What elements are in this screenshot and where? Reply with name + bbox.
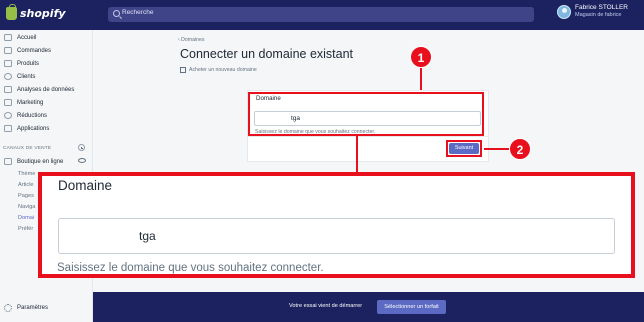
domain-help-text: Saisissez le domaine que vous souhaitez …	[255, 129, 376, 135]
sidebar-item-label: Analyses de données	[17, 86, 75, 93]
sidebar-item-label: Clients	[17, 73, 36, 80]
eye-icon[interactable]	[78, 158, 86, 163]
zoom-domain-input[interactable]: tga	[58, 218, 615, 254]
zoom-help-text: Saisissez le domaine que vous souhaitez …	[57, 262, 324, 274]
sidebar-item-label: Paramètres	[17, 305, 49, 311]
zoom-field-label: Domaine	[58, 178, 113, 193]
brand-name: shopify	[20, 7, 66, 20]
top-bar: shopify Recherche Fabrice STOLLER Magasi…	[0, 0, 644, 30]
trial-bar: Votre essai vient de démarrer Sélectionn…	[93, 292, 644, 322]
select-plan-button[interactable]: Sélectionner un forfait	[377, 300, 446, 314]
sales-channels-heading: CANAUX DE VENTE	[3, 146, 52, 151]
app-root: shopify Recherche Fabrice STOLLER Magasi…	[0, 0, 644, 322]
buy-domain-label: Acheter un nouveau domaine	[189, 67, 257, 73]
domain-field-label: Domaine	[256, 95, 281, 102]
user-store: Magasin de fabrice	[575, 12, 622, 18]
sidebar-item-online-store[interactable]: Boutique en ligne	[4, 158, 63, 165]
person-icon	[4, 73, 12, 80]
sidebar-item-discounts[interactable]: Réductions	[4, 112, 47, 119]
home-icon	[4, 34, 12, 41]
callout-badge-1: 1	[410, 46, 432, 68]
discount-icon	[4, 112, 12, 119]
page-title: Connecter un domaine existant	[180, 47, 354, 61]
callout-badge-2: 2	[509, 138, 531, 160]
user-menu[interactable]: Fabrice STOLLER Magasin de fabrice	[557, 4, 628, 19]
annotation-connector	[356, 136, 358, 172]
megaphone-icon	[4, 99, 12, 106]
breadcrumb[interactable]: ‹ Domaines	[178, 37, 205, 43]
annotation-arrow-1	[420, 68, 422, 90]
sidebar-item-label: Commandes	[17, 47, 52, 54]
card-divider	[248, 136, 488, 137]
sidebar-item-label: Réductions	[17, 112, 48, 119]
user-name: Fabrice STOLLER	[575, 4, 628, 11]
zoom-overlay: Domaine tga Saisissez le domaine que vou…	[38, 172, 635, 278]
add-channel-icon[interactable]	[78, 144, 85, 151]
sidebar-item-orders[interactable]: Commandes	[4, 47, 51, 54]
trial-text: Votre essai vient de démarrer	[289, 303, 363, 309]
next-button[interactable]: Suivant	[449, 143, 479, 154]
sidebar-subitem-domains[interactable]: Domai	[18, 215, 34, 221]
search-placeholder: Recherche	[122, 9, 154, 16]
sidebar-item-products[interactable]: Produits	[4, 60, 39, 67]
apps-icon	[4, 125, 12, 132]
shopify-bag-icon	[6, 4, 17, 20]
sidebar-item-label: Produits	[17, 60, 40, 67]
gear-icon	[4, 304, 12, 312]
bar-chart-icon	[4, 86, 12, 93]
sidebar-subitem-preferences[interactable]: Préfér	[18, 226, 33, 232]
sidebar-subitem-pages[interactable]: Pages	[18, 193, 34, 199]
sidebar-item-marketing[interactable]: Marketing	[4, 99, 43, 106]
sidebar-subitem-themes[interactable]: Thème	[18, 171, 35, 177]
tag-icon	[4, 60, 12, 67]
domain-input[interactable]: tga	[254, 111, 481, 126]
sidebar-item-apps[interactable]: Applications	[4, 125, 49, 132]
sidebar-subitem-articles[interactable]: Article	[18, 182, 34, 188]
sidebar-item-label: Marketing	[17, 99, 44, 106]
sidebar-item-home[interactable]: Accueil	[4, 34, 36, 41]
sidebar-subitem-navigation[interactable]: Naviga	[18, 204, 35, 210]
annotation-arrow-2	[484, 148, 509, 150]
user-info: Fabrice STOLLER Magasin de fabrice	[575, 4, 628, 19]
sidebar-item-label: Accueil	[17, 34, 37, 41]
orders-icon	[4, 47, 12, 54]
search-icon	[113, 10, 120, 17]
buy-domain-link[interactable]: Acheter un nouveau domaine	[180, 67, 257, 73]
domain-icon	[180, 67, 186, 73]
sidebar-item-label: Applications	[17, 125, 50, 132]
shopify-logo[interactable]: shopify	[6, 4, 66, 20]
sidebar-item-customers[interactable]: Clients	[4, 73, 35, 80]
sidebar-item-label: Boutique en ligne	[17, 158, 64, 165]
search-input[interactable]: Recherche	[108, 7, 534, 22]
sidebar-item-settings[interactable]: Paramètres	[4, 304, 48, 312]
avatar	[557, 4, 571, 19]
store-icon	[4, 158, 12, 165]
sidebar-item-analytics[interactable]: Analyses de données	[4, 86, 74, 93]
